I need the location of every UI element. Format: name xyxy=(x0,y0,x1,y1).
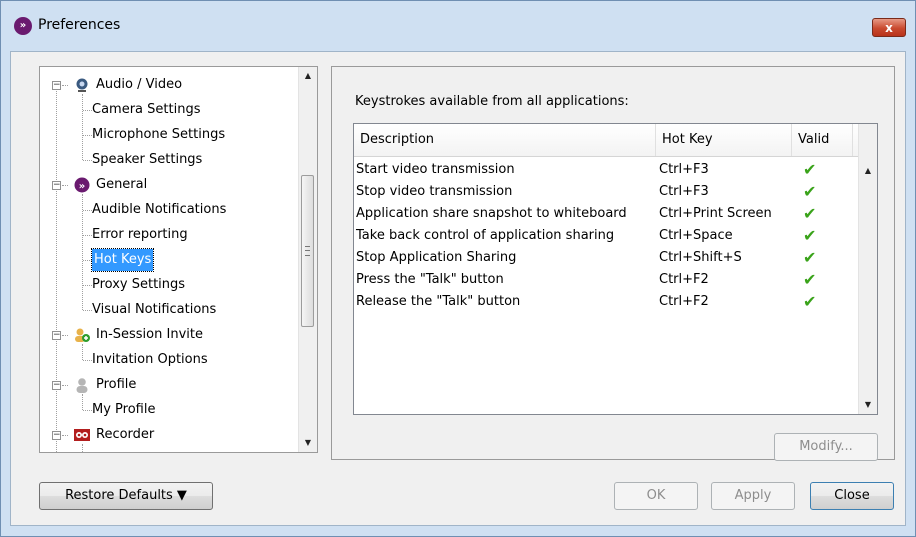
table-row[interactable]: Press the "Talk" button Ctrl+F2 ✔ xyxy=(354,269,859,291)
category-tree-panel: − Audio / Video Camera Settings Microphone … xyxy=(39,66,318,453)
scroll-up-arrow-icon[interactable]: ▲ xyxy=(299,67,317,85)
table-row[interactable]: Stop Application Sharing Ctrl+Shift+S ✔ xyxy=(354,247,859,269)
tree-item-label: Audible Notifications xyxy=(92,202,227,217)
tree-item-label: Camera Settings xyxy=(92,102,201,117)
tree-item-label: Audio / Video xyxy=(96,77,183,92)
valid-check-icon: ✔ xyxy=(803,226,817,245)
tree-connector xyxy=(82,444,83,452)
recorder-icon xyxy=(74,427,90,443)
preferences-window: » Preferences x − Audio / Video Camera Set… xyxy=(0,0,916,537)
collapse-toggle-icon[interactable]: − xyxy=(52,181,61,190)
tree-item-label: Hot Keys xyxy=(90,248,155,272)
table-header: Description Hot Key Valid xyxy=(354,124,859,157)
valid-check-icon: ✔ xyxy=(803,160,817,179)
tree-connector xyxy=(56,85,57,452)
description-cell: Stop Application Sharing xyxy=(356,250,517,265)
hotkeys-table: Description Hot Key Valid Start video tr… xyxy=(353,123,878,415)
tree-item-label: Microphone Settings xyxy=(92,127,226,142)
webcam-icon xyxy=(74,77,90,93)
hotkey-cell: Ctrl+F3 xyxy=(659,184,709,199)
invite-user-icon xyxy=(74,327,90,343)
tree-item-label: Visual Notifications xyxy=(92,302,217,317)
hotkey-cell: Ctrl+Print Screen xyxy=(659,206,772,221)
column-header-description[interactable]: Description xyxy=(354,124,656,156)
hotkeys-panel: Keystrokes available from all applicatio… xyxy=(331,66,895,461)
description-cell: Application share snapshot to whiteboard xyxy=(356,206,627,221)
dialog-body: − Audio / Video Camera Settings Microphone … xyxy=(10,51,906,526)
tree-item-label: Recorder xyxy=(96,427,155,442)
collapse-toggle-icon[interactable]: − xyxy=(52,381,61,390)
valid-check-icon: ✔ xyxy=(803,292,817,311)
tree-item-label: In-Session Invite xyxy=(96,327,203,342)
close-button[interactable]: Close xyxy=(810,482,894,510)
title-bar: » Preferences x xyxy=(1,1,915,51)
table-row[interactable]: Start video transmission Ctrl+F3 ✔ xyxy=(354,159,859,181)
app-logo-icon: » xyxy=(74,177,90,193)
ok-button[interactable]: OK xyxy=(614,482,698,510)
valid-check-icon: ✔ xyxy=(803,270,817,289)
scroll-down-arrow-icon[interactable]: ▼ xyxy=(299,434,317,452)
apply-button[interactable]: Apply xyxy=(711,482,795,510)
hotkey-cell: Ctrl+Space xyxy=(659,228,733,243)
valid-check-icon: ✔ xyxy=(803,182,817,201)
window-close-button[interactable]: x xyxy=(872,18,906,37)
table-row[interactable]: Stop video transmission Ctrl+F3 ✔ xyxy=(354,181,859,203)
column-header-valid[interactable]: Valid xyxy=(792,124,853,156)
description-cell: Stop video transmission xyxy=(356,184,513,199)
description-cell: Start video transmission xyxy=(356,162,515,177)
category-tree[interactable]: − Audio / Video Camera Settings Microphone … xyxy=(40,67,299,452)
collapse-toggle-icon[interactable]: − xyxy=(52,81,61,90)
window-title: Preferences xyxy=(38,17,121,33)
hotkeys-heading: Keystrokes available from all applicatio… xyxy=(355,94,629,109)
modify-button[interactable]: Modify... xyxy=(774,433,878,461)
tree-item-label: My Profile xyxy=(92,402,156,417)
hotkey-cell: Ctrl+F2 xyxy=(659,272,709,287)
tree-item-label: Profile xyxy=(96,377,137,392)
column-header-hot-key[interactable]: Hot Key xyxy=(656,124,792,156)
restore-defaults-button[interactable]: Restore Defaults ▼ xyxy=(39,482,213,510)
tree-connector xyxy=(82,94,83,160)
tree-item-label: Reminder xyxy=(92,449,155,452)
collapse-toggle-icon[interactable]: − xyxy=(52,331,61,340)
tree-item-label: Proxy Settings xyxy=(92,277,186,292)
scroll-down-arrow-icon[interactable]: ▼ xyxy=(859,396,877,414)
table-scrollbar[interactable]: ▲ ▼ xyxy=(858,124,877,414)
hotkey-cell: Ctrl+F2 xyxy=(659,294,709,309)
tree-scrollbar[interactable]: ▲ ▼ xyxy=(298,67,317,452)
hotkey-cell: Ctrl+F3 xyxy=(659,162,709,177)
description-cell: Release the "Talk" button xyxy=(356,294,521,309)
tree-scroll-thumb[interactable] xyxy=(301,175,314,327)
scroll-up-arrow-icon[interactable]: ▲ xyxy=(859,162,877,180)
valid-check-icon: ✔ xyxy=(803,248,817,267)
table-row[interactable]: Application share snapshot to whiteboard… xyxy=(354,203,859,225)
valid-check-icon: ✔ xyxy=(803,204,817,223)
collapse-toggle-icon[interactable]: − xyxy=(52,431,61,440)
tree-connector xyxy=(82,394,83,410)
table-row[interactable]: Take back control of application sharing… xyxy=(354,225,859,247)
tree-connector xyxy=(82,344,83,360)
table-row[interactable]: Release the "Talk" button Ctrl+F2 ✔ xyxy=(354,291,859,313)
app-logo-icon: » xyxy=(14,17,32,35)
tree-connector xyxy=(82,194,83,310)
description-cell: Press the "Talk" button xyxy=(356,272,504,287)
svg-text:»: » xyxy=(79,181,85,192)
tree-item-label: Error reporting xyxy=(92,227,188,242)
description-cell: Take back control of application sharing xyxy=(356,228,615,243)
tree-item-label: Speaker Settings xyxy=(92,152,203,167)
profile-silhouette-icon xyxy=(74,377,90,393)
hotkey-cell: Ctrl+Shift+S xyxy=(659,250,742,265)
tree-item-label: Invitation Options xyxy=(92,352,208,367)
tree-item-label: General xyxy=(96,177,148,192)
